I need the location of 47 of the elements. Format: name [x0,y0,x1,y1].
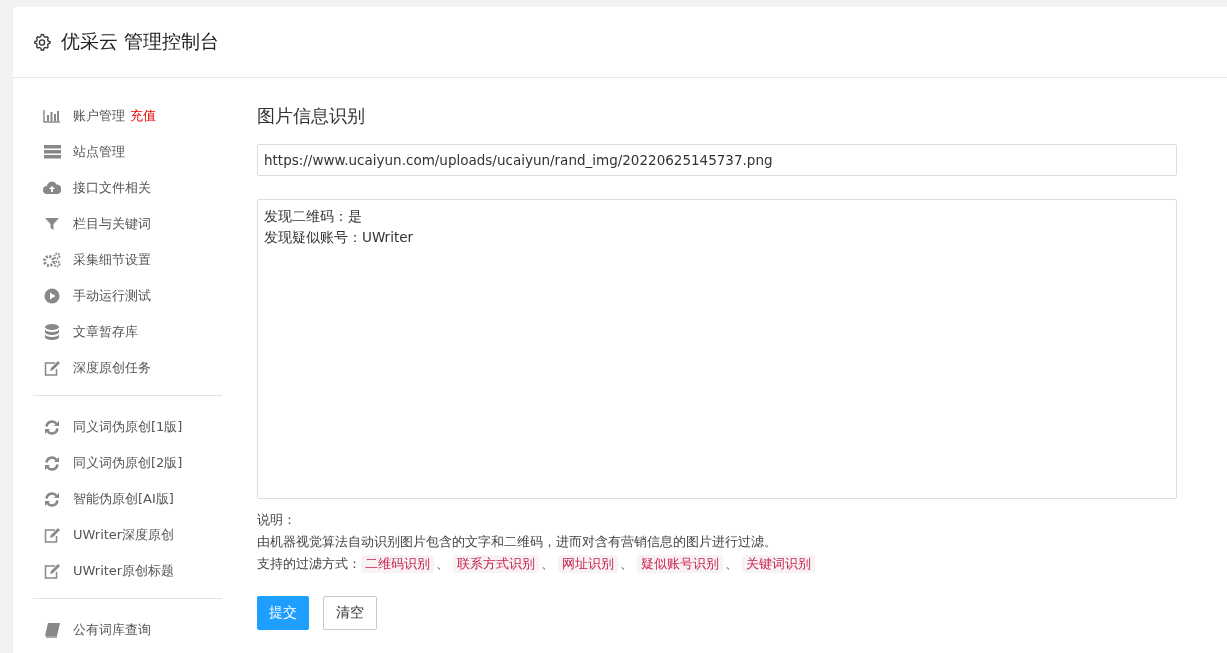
sidebar-item[interactable]: 账户管理 [73,107,125,125]
separator: 、 [541,555,554,573]
refresh-icon [43,419,61,435]
gears-icon [43,252,61,268]
refresh-icon [43,491,61,507]
filter-label: 支持的过滤方式： [257,555,361,573]
book-icon [43,622,61,638]
edit-icon [43,360,61,376]
sidebar-item[interactable]: UWriter原创标题 [73,562,175,580]
sidebar-item[interactable]: 手动运行测试 [73,287,151,305]
edit-icon [43,527,61,543]
console-title: 优采云 管理控制台 [61,29,220,54]
sidebar-item[interactable]: 采集细节设置 [73,251,151,269]
result-textarea[interactable]: 发现二维码：是 发现疑似账号：UWriter [257,199,1177,499]
filter-tag: 关键词识别 [742,555,815,573]
filter-tag: 二维码识别 [361,555,434,573]
database-icon [43,324,61,340]
refresh-icon [43,455,61,471]
sidebar-item[interactable]: 栏目与关键词 [73,215,151,233]
sidebar-item[interactable]: 同义词伪原创[2版] [73,454,183,472]
note-label: 说明： [257,512,296,527]
filter-tag: 网址识别 [558,555,618,573]
bar-chart-icon [43,109,61,123]
url-field[interactable]: https://www.ucaiyun.com/uploads/ucaiyun/rand_img/20220625145737.png [257,144,1177,176]
separator: 、 [620,555,633,573]
separator: 、 [725,555,738,573]
cloud-upload-icon [43,181,61,195]
sidebar-item[interactable]: UWriter深度原创 [73,526,175,544]
filter-tag: 疑似账号识别 [637,555,723,573]
edit-icon [43,563,61,579]
sidebar-item[interactable]: 接口文件相关 [73,179,151,197]
recharge-link[interactable]: 充值 [130,107,156,125]
sidebar-item[interactable]: 同义词伪原创[1版] [73,418,183,436]
separator: 、 [436,555,449,573]
note-text: 由机器视觉算法自动识别图片包含的文字和二维码，进而对含有营销信息的图片进行过滤。 [257,534,777,549]
filter-icon [43,217,61,231]
settings-icon [33,33,51,51]
sidebar-item[interactable]: 公有词库查询 [73,621,151,639]
sidebar-item[interactable]: 站点管理 [73,143,125,161]
sidebar-item[interactable]: 智能伪原创[AI版] [73,490,174,508]
sidebar-item[interactable]: 深度原创任务 [73,359,151,377]
server-icon [43,145,61,159]
clear-button[interactable]: 清空 [323,596,377,630]
page-heading: 图片信息识别 [257,104,366,128]
sidebar-item[interactable]: 文章暂存库 [73,323,138,341]
play-icon [43,288,61,304]
filter-tag: 联系方式识别 [453,555,539,573]
